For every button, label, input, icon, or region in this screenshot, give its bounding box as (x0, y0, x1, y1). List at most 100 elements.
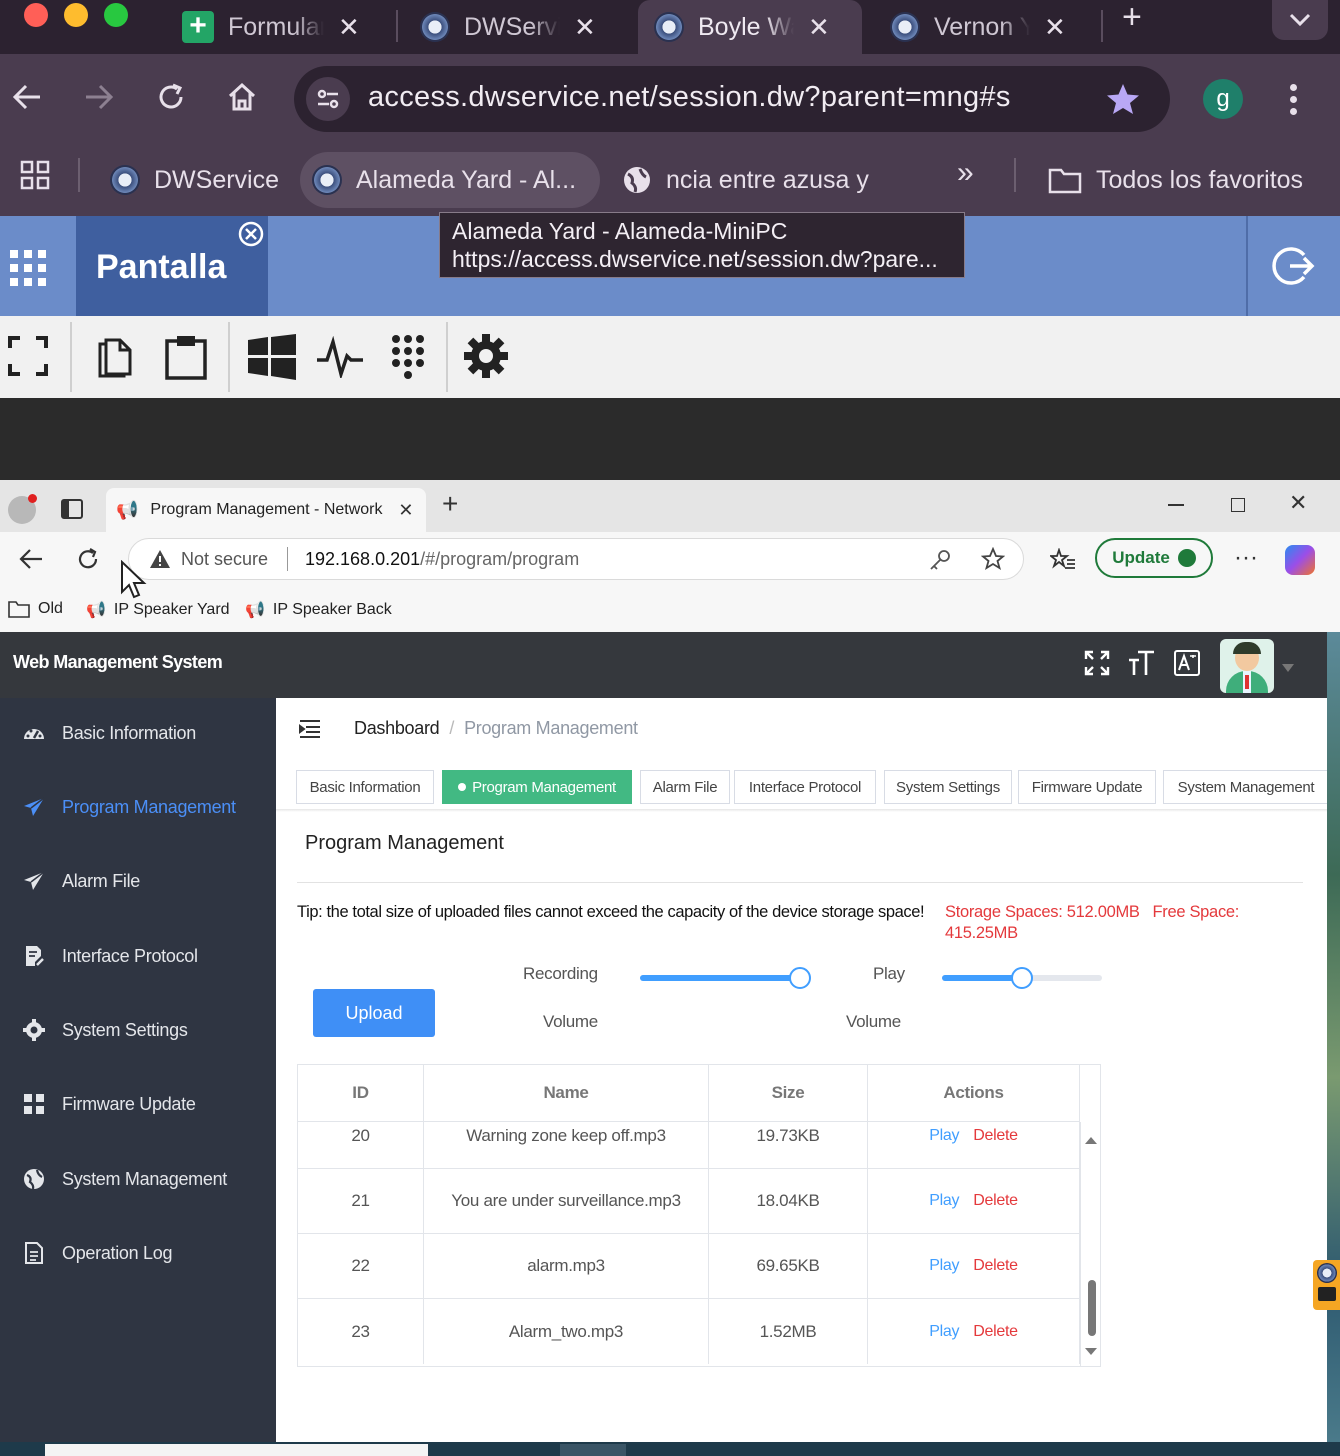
apps-menu-icon[interactable] (10, 250, 46, 286)
slider-handle[interactable] (788, 967, 811, 989)
bookmark-item[interactable]: ncia entre azusa y (610, 152, 881, 208)
favorites-icon[interactable] (1050, 548, 1076, 572)
profile-avatar[interactable]: g (1203, 79, 1243, 119)
table-scrollbar[interactable] (1080, 1122, 1100, 1366)
font-size-icon[interactable] (1128, 650, 1156, 676)
omnibox[interactable]: access.dwservice.net/session.dw?parent=m… (294, 66, 1170, 132)
tag-firmware-update[interactable]: Firmware Update (1018, 770, 1156, 804)
sidebar-item-system-settings[interactable]: System Settings (0, 1005, 276, 1055)
site-settings-icon[interactable] (306, 77, 350, 121)
more-bookmarks-button[interactable]: » (957, 156, 974, 190)
zoom-window-button[interactable] (104, 3, 128, 27)
fullscreen-icon[interactable] (1084, 650, 1110, 676)
reload-icon[interactable] (76, 547, 100, 571)
taskbar-app[interactable] (560, 1444, 626, 1456)
more-options-icon[interactable]: ··· (1234, 544, 1258, 572)
sidebar-item-alarm-file[interactable]: Alarm File (0, 856, 276, 906)
tag-system-settings[interactable]: System Settings (884, 770, 1012, 804)
bookmark-item[interactable]: Alameda Yard - Al... (300, 152, 600, 208)
reload-icon[interactable] (156, 82, 186, 112)
close-tab-icon[interactable]: ✕ (574, 12, 596, 43)
tab-actions-icon[interactable] (60, 498, 84, 520)
browser-tab[interactable]: DWService ✕ (404, 0, 612, 54)
back-icon[interactable] (18, 548, 44, 570)
maximize-icon[interactable] (1231, 498, 1245, 512)
menu-kebab-icon[interactable] (1290, 84, 1300, 115)
bookmark-item[interactable]: DWService (98, 152, 291, 208)
play-link[interactable]: Play (929, 1257, 959, 1275)
sidebar-item-interface-protocol[interactable]: Interface Protocol (0, 931, 276, 981)
clipboard-icon[interactable] (164, 334, 208, 380)
tag-system-management[interactable]: System Management (1163, 770, 1329, 804)
tag-program-management[interactable]: Program Management (442, 770, 632, 804)
favorite-item[interactable]: Old (8, 600, 63, 618)
delete-link[interactable]: Delete (973, 1192, 1018, 1210)
fullscreen-icon[interactable] (8, 336, 48, 376)
edge-omnibox[interactable]: Not secure 192.168.0.201/#/program/progr… (128, 538, 1024, 580)
key-icon[interactable] (929, 549, 951, 571)
forward-icon[interactable] (84, 84, 114, 110)
sidebar-item-system-management[interactable]: System Management (0, 1154, 276, 1204)
logout-icon[interactable] (1272, 244, 1316, 288)
settings-gear-icon[interactable] (464, 334, 508, 378)
activity-icon[interactable] (316, 336, 364, 378)
scrollbar-thumb[interactable] (1088, 1280, 1096, 1336)
tag-alarm-file[interactable]: Alarm File (640, 770, 730, 804)
browser-tab-active[interactable]: Boyle Way ✕ (638, 0, 862, 54)
close-tab-icon[interactable]: ✕ (398, 500, 413, 521)
delete-link[interactable]: Delete (973, 1127, 1018, 1145)
edge-active-tab[interactable]: 📢 Program Management - Network ✕ (106, 488, 426, 532)
scroll-down-icon[interactable] (1085, 1348, 1097, 1356)
tag-interface-protocol[interactable]: Interface Protocol (734, 770, 876, 804)
close-tab-icon[interactable]: ✕ (1044, 12, 1066, 43)
play-link[interactable]: Play (929, 1192, 959, 1210)
sidebar-item-firmware-update[interactable]: Firmware Update (0, 1079, 276, 1129)
apps-grid-icon[interactable] (20, 160, 50, 190)
sidebar-item-operation-log[interactable]: Operation Log (0, 1228, 276, 1278)
copilot-icon[interactable] (1285, 545, 1315, 575)
tag-basic-information[interactable]: Basic Information (296, 770, 434, 804)
taskbar-search[interactable] (45, 1444, 428, 1456)
new-tab-icon[interactable]: + (1122, 0, 1142, 37)
caret-down-icon[interactable] (1282, 664, 1294, 672)
tab-search-button[interactable] (1272, 0, 1328, 40)
user-avatar[interactable] (1220, 639, 1274, 693)
minimize-window-button[interactable] (64, 3, 88, 27)
browser-tab[interactable]: Vernon Yard ✕ (874, 0, 1082, 54)
hamburger-icon[interactable] (299, 719, 321, 739)
close-window-button[interactable] (24, 3, 48, 27)
play-link[interactable]: Play (929, 1127, 959, 1145)
all-bookmarks-button[interactable]: Todos los favoritos (1036, 152, 1315, 208)
sidebar-item-program-management[interactable]: Program Management (0, 782, 276, 832)
translate-icon[interactable] (1174, 650, 1200, 676)
copy-icon[interactable] (96, 334, 132, 378)
windows-icon[interactable] (248, 334, 296, 380)
dwservice-tray-icon[interactable] (1313, 1260, 1340, 1310)
favorite-item[interactable]: 📢 IP Speaker Yard (86, 600, 230, 620)
breadcrumb-home[interactable]: Dashboard (354, 718, 440, 738)
close-window-icon[interactable]: ✕ (1289, 490, 1307, 516)
delete-link[interactable]: Delete (973, 1323, 1018, 1341)
upload-button[interactable]: Upload (313, 989, 435, 1037)
scroll-up-icon[interactable] (1085, 1136, 1097, 1144)
profile-icon[interactable] (8, 494, 37, 524)
back-icon[interactable] (12, 84, 42, 110)
minimize-icon[interactable] (1168, 504, 1184, 506)
close-tab-icon[interactable]: ✕ (808, 12, 830, 43)
close-tab-icon[interactable]: ✕ (338, 12, 360, 43)
update-button[interactable]: Update (1095, 538, 1213, 578)
new-tab-icon[interactable]: + (442, 488, 458, 520)
home-icon[interactable] (226, 82, 258, 112)
browser-tab[interactable]: + Formulario ✕ (166, 0, 376, 54)
favorite-star-icon[interactable] (981, 547, 1005, 571)
keypad-icon[interactable] (390, 334, 426, 380)
bookmark-star-icon[interactable] (1106, 83, 1140, 115)
play-volume-slider[interactable] (942, 967, 1102, 989)
recording-volume-slider[interactable] (640, 967, 811, 989)
delete-link[interactable]: Delete (973, 1257, 1018, 1275)
sidebar-item-basic-information[interactable]: Basic Information (0, 708, 276, 758)
slider-handle[interactable] (1011, 967, 1033, 989)
close-circle-icon[interactable] (238, 221, 264, 247)
screen-tab[interactable]: Pantalla (76, 216, 268, 316)
favorite-item[interactable]: 📢 IP Speaker Back (245, 600, 392, 620)
